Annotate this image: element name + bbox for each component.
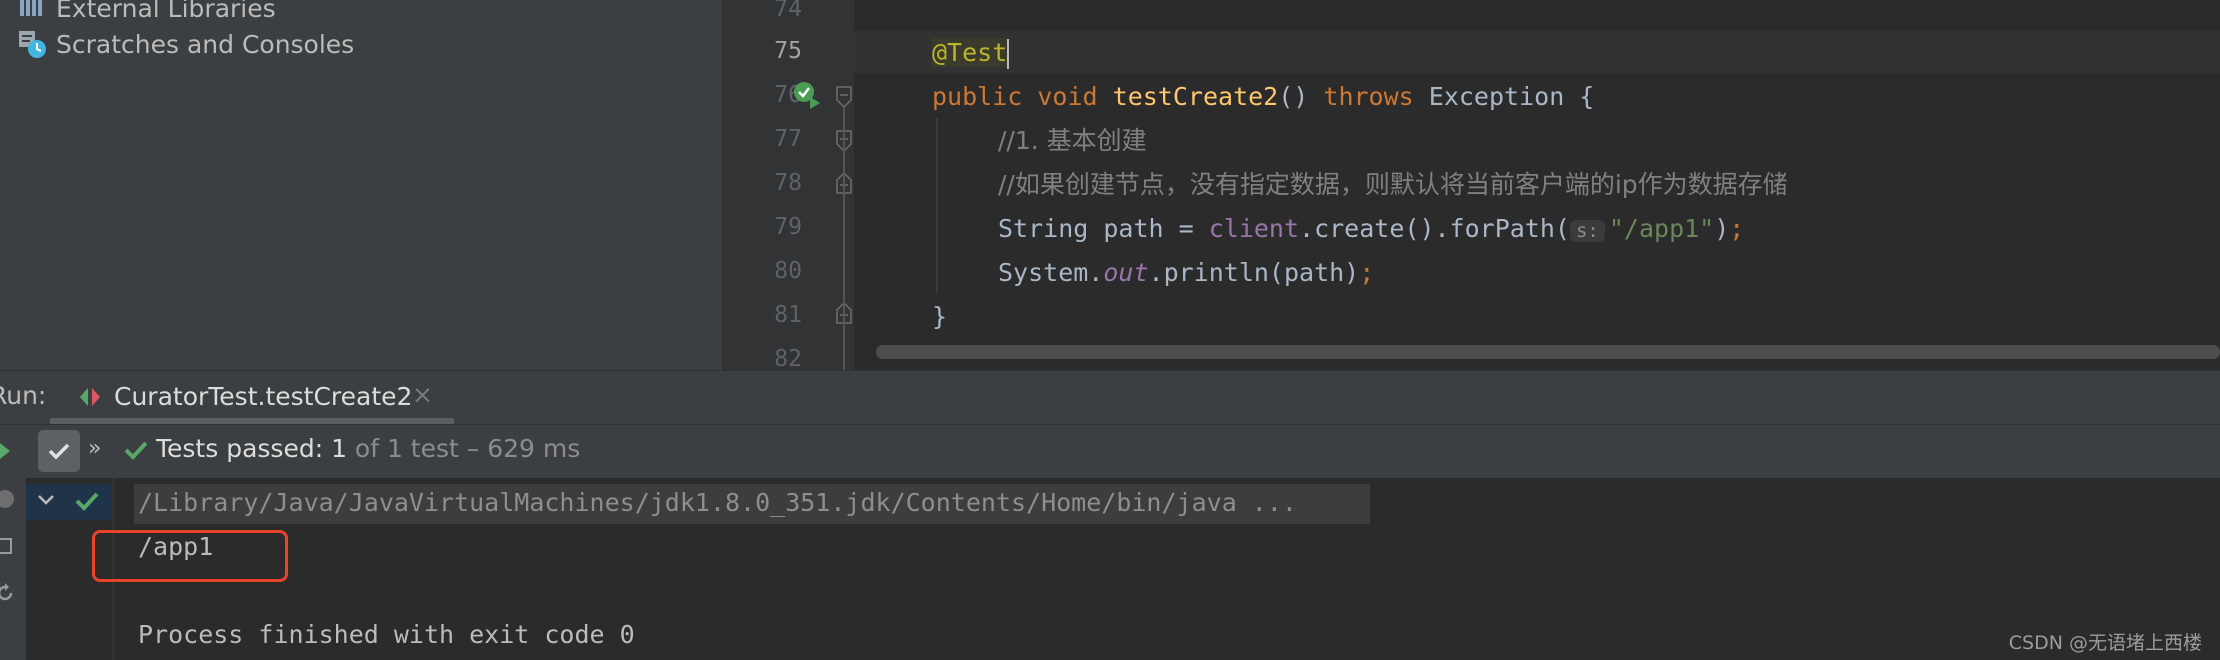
line-number: 80 [774,258,802,284]
method-name: testCreate2 [1112,82,1279,111]
line-number-current: 75 [774,38,802,64]
parameter-hint: s: [1569,220,1605,242]
code-text: } [932,302,948,331]
status-passed-count: 1 [331,434,347,463]
code-text: () [1278,82,1309,111]
caret-row-highlight [854,31,2220,73]
comment: //如果创建节点，没有指定数据，则默认将当前客户端的ip作为数据存储 [998,170,1788,199]
code-text: ) [1714,214,1730,243]
close-tab-icon[interactable]: × [412,380,433,409]
keyword: void [1037,82,1098,111]
code-line-80[interactable]: System.out.println(path); [998,251,1374,295]
chevron-down-icon[interactable] [36,490,56,514]
tree-item-label: External Libraries [56,0,276,23]
line-number: 81 [774,302,802,328]
library-icon [18,0,48,22]
scratches-icon [18,30,48,58]
comment: //1. 基本创建 [998,126,1147,155]
line-number: 82 [774,346,802,370]
editor-gutter[interactable]: 74 75 76 77 78 79 80 81 82 [724,0,854,370]
annotation: @Test [932,38,1008,67]
semicolon: ; [1359,258,1375,287]
run-label: Run: [0,381,47,410]
test-passed-icon [74,488,100,518]
status-prefix: Tests passed: [156,434,332,463]
semicolon: ; [1729,214,1745,243]
run-test-gutter-icon[interactable] [792,80,822,114]
code-text: Exception { [1428,82,1595,111]
status-suffix: of 1 test – 629 ms [346,434,581,463]
keyword: public [932,82,1023,111]
fold-line [843,108,845,370]
code-line-76[interactable]: public void testCreate2() throws Excepti… [932,75,1594,119]
check-icon [48,443,70,460]
restore-layout-icon[interactable] [0,536,16,562]
tree-item-label: Scratches and Consoles [56,29,355,59]
show-passed-toggle[interactable] [38,430,80,472]
rerun-failed-icon[interactable] [0,582,16,608]
more-chevron-icon[interactable]: » [88,436,101,461]
test-passed-icon [122,436,150,468]
code-text: System. [998,258,1104,287]
annotation-highlight-box [92,530,288,582]
text-caret [1007,39,1010,69]
test-config-icon [78,386,102,412]
code-text: .println(path) [1148,258,1360,287]
line-number: 78 [774,170,802,196]
line-number: 77 [774,126,802,152]
rerun-icon[interactable] [0,440,12,466]
run-tab-label: CuratorTest.testCreate2 [114,382,413,411]
code-line-81[interactable]: } [932,295,947,339]
keyword: throws [1323,82,1414,111]
string-literal: "/app1" [1608,214,1715,243]
tree-item-scratches[interactable]: Scratches and Consoles [18,27,354,61]
test-status: Tests passed: 1 of 1 test – 629 ms [156,434,580,463]
code-text: .create().forPath( [1299,214,1570,243]
run-side-toolbar [0,478,26,660]
static-field-ref: out [1103,258,1149,287]
line-number: 79 [774,214,802,240]
code-line-75[interactable]: @Test [932,31,1010,75]
watermark: CSDN @无语堵上西楼 [2008,632,2202,654]
console-command-line[interactable]: /Library/Java/JavaVirtualMachines/jdk1.8… [138,488,1297,517]
console-exit-line: Process finished with exit code 0 [138,620,635,649]
project-panel: External Libraries Scratches and Console… [0,0,722,370]
code-text: String path = [998,214,1209,243]
code-line-78[interactable]: //如果创建节点，没有指定数据，则默认将当前客户端的ip作为数据存储 [998,163,1788,207]
code-line-77[interactable]: //1. 基本创建 [998,119,1147,163]
code-line-79[interactable]: String path = client.create().forPath(s:… [998,207,1744,251]
horizontal-scrollbar-thumb[interactable] [876,345,2220,359]
field-ref: client [1208,214,1300,243]
line-number: 74 [774,0,802,22]
indent-guide [936,118,938,293]
stop-icon[interactable] [0,488,16,514]
code-editor[interactable]: 74 75 76 77 78 79 80 81 82 @Test public … [724,0,2220,370]
tree-item-external-libraries[interactable]: External Libraries [18,0,276,25]
